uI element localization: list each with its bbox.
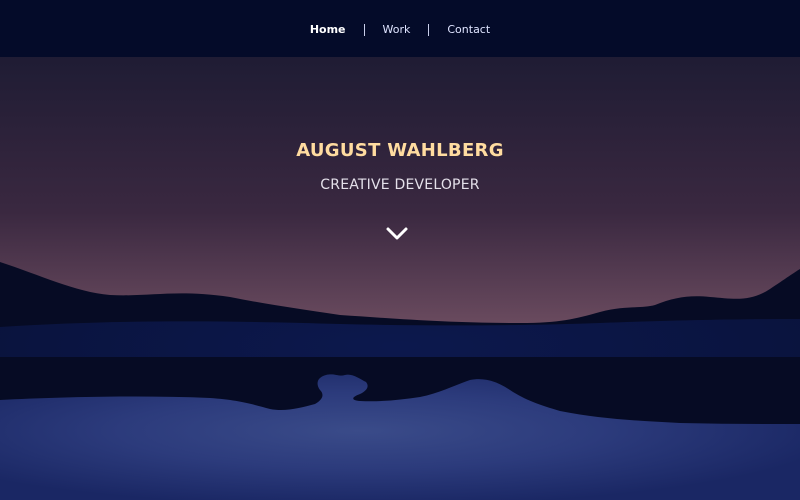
top-navbar: Home Work Contact: [0, 0, 800, 57]
chevron-down-icon[interactable]: [384, 224, 410, 244]
page: Home Work Contact AUGUST WAHLBERG CREATI…: [0, 0, 800, 500]
hero-landscape-illustration: [0, 57, 800, 500]
nav-separator: [363, 23, 365, 36]
hero-title: AUGUST WAHLBERG: [296, 140, 504, 161]
nav-link-work[interactable]: Work: [383, 23, 411, 36]
nav-link-contact[interactable]: Contact: [447, 23, 490, 36]
nav-menu: Home Work Contact: [310, 23, 490, 36]
hero-section: AUGUST WAHLBERG CREATIVE DEVELOPER: [0, 57, 800, 500]
nav-link-home[interactable]: Home: [310, 23, 346, 36]
nav-separator: [428, 23, 430, 36]
hero-subtitle: CREATIVE DEVELOPER: [320, 177, 480, 193]
